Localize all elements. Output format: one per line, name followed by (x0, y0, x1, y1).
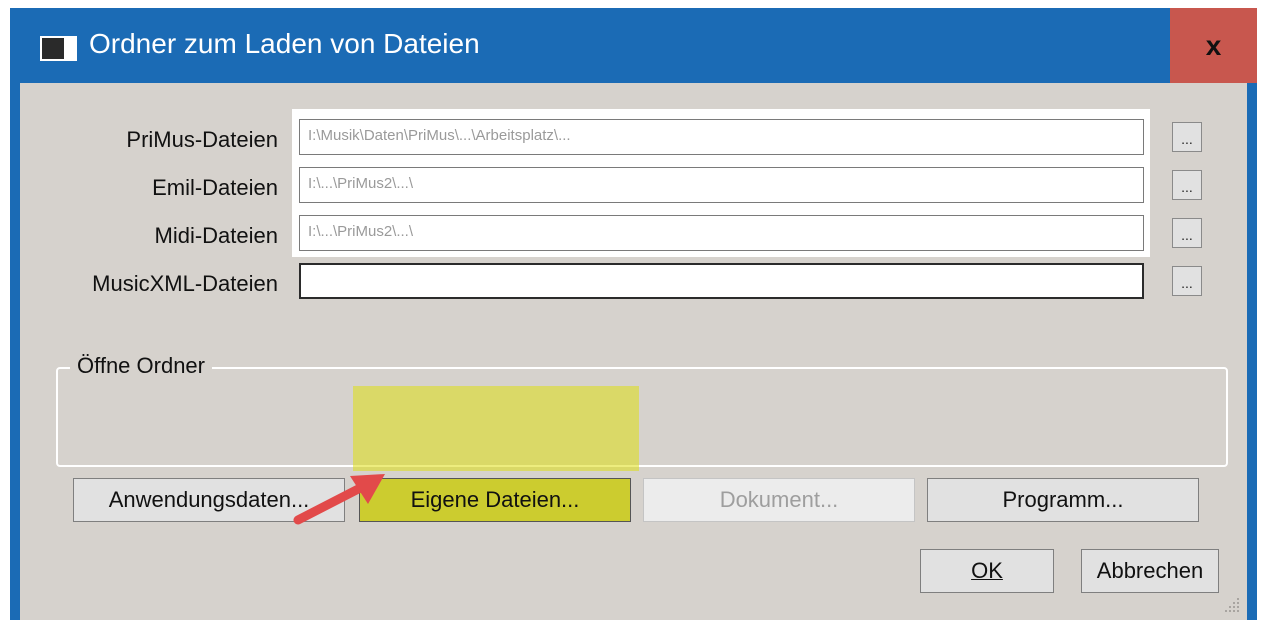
groupbox-legend: Öffne Ordner (70, 353, 212, 379)
window-title: Ordner zum Laden von Dateien (89, 28, 480, 59)
document-button: Dokument... (643, 478, 915, 522)
midi-path-input[interactable]: I:\...\PriMus2\...\ (299, 215, 1144, 251)
midi-label: Midi-Dateien (154, 223, 279, 248)
musicxml-label: MusicXML-Dateien (92, 271, 278, 296)
yellow-highlight (353, 386, 639, 471)
primus-label: PriMus-Dateien (126, 127, 278, 152)
cancel-label: Abbrechen (1096, 558, 1204, 583)
emil-row: Emil-Dateien (20, 167, 278, 207)
emil-path-input[interactable]: I:\...\PriMus2\...\ (299, 167, 1144, 203)
ok-label: OK (971, 558, 1003, 583)
primus-path-input[interactable]: I:\Musik\Daten\PriMus\...\Arbeitsplatz\.… (299, 119, 1144, 155)
primus-row: PriMus-Dateien (20, 119, 278, 159)
red-arrow-icon (293, 474, 385, 525)
primus-browse-button[interactable]: ... (1172, 122, 1202, 152)
open-folder-groupbox (56, 367, 1228, 467)
musicxml-path-input[interactable] (299, 263, 1144, 299)
ok-button[interactable]: OK (920, 549, 1054, 593)
title-bar[interactable]: Ordner zum Laden von Dateien x (10, 8, 1257, 83)
emil-browse-button[interactable]: ... (1172, 170, 1202, 200)
close-button[interactable]: x (1170, 8, 1257, 83)
resize-grip-icon[interactable] (1223, 596, 1241, 614)
cancel-button[interactable]: Abbrechen (1081, 549, 1219, 593)
emil-label: Emil-Dateien (152, 175, 278, 200)
musicxml-row: MusicXML-Dateien (20, 263, 278, 303)
dialog-client-area: PriMus-Dateien I:\Musik\Daten\PriMus\...… (20, 83, 1247, 620)
program-button[interactable]: Programm... (927, 478, 1199, 522)
app-icon (40, 36, 77, 61)
midi-row: Midi-Dateien (20, 215, 279, 255)
musicxml-browse-button[interactable]: ... (1172, 266, 1202, 296)
midi-browse-button[interactable]: ... (1172, 218, 1202, 248)
dialog-window: Ordner zum Laden von Dateien x PriMus-Da… (10, 8, 1257, 620)
